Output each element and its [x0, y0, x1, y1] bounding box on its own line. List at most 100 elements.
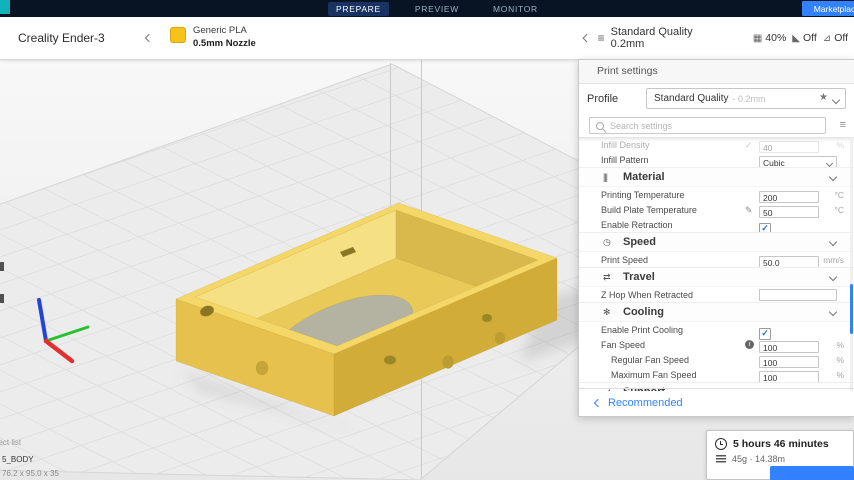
support-icon: ⊿ — [823, 33, 831, 44]
adhesion-icon: ◣ — [792, 33, 800, 44]
profile-value: Standard Quality — [654, 93, 729, 104]
speed-icon: ◷ — [603, 236, 615, 248]
cooling-icon: ✻ — [603, 306, 615, 318]
chevron-down-icon — [826, 160, 833, 167]
setting-row: Enable Retraction ✓ — [579, 217, 854, 232]
material-color-icon — [170, 27, 186, 43]
setting-row: Maximum Fan Speed 100 % — [579, 367, 854, 382]
panel-title: Print settings — [579, 60, 854, 84]
top-bar: PREPARE PREVIEW MONITOR Marketplace — [0, 0, 854, 17]
star-icon[interactable]: ★ — [819, 92, 828, 103]
setting-row: Build Plate Temperature ✎ 50 °C — [579, 202, 854, 217]
setting-row: Regular Fan Speed 100 % — [579, 352, 854, 367]
clock-icon — [715, 438, 727, 450]
chevron-down-icon — [829, 173, 837, 181]
setting-label: Maximum Fan Speed — [611, 370, 697, 380]
preview-button[interactable] — [770, 466, 854, 480]
setting-row: Infill Density ✓ 40 % — [579, 137, 854, 152]
setting-unit: °C — [834, 190, 844, 200]
summary-infill: 40% — [765, 32, 786, 44]
recommended-label: Recommended — [608, 397, 683, 409]
infill-icon: ▦ — [753, 33, 762, 44]
stage-tabs: PREPARE PREVIEW MONITOR — [328, 0, 546, 17]
setting-label: Printing Temperature — [601, 190, 684, 200]
sliders-icon: ≡ — [598, 31, 605, 45]
pencil-icon: ✎ — [745, 205, 753, 215]
setting-label: Infill Density — [601, 140, 650, 150]
model-dimensions: 76.2 x 95.0 x 35 — [2, 469, 59, 478]
profile-dropdown[interactable]: Standard Quality - 0.2mm ★ — [646, 88, 846, 109]
check-icon: ✓ — [745, 140, 753, 150]
setting-row: Enable Print Cooling ✓ — [579, 322, 854, 337]
setting-row: Infill Pattern Cubic — [579, 152, 854, 167]
setting-label: Z Hop When Retracted — [601, 290, 693, 300]
settings-list: Infill Density ✓ 40 % Infill Pattern Cub… — [579, 137, 854, 391]
settings-menu-icon[interactable]: ≡ — [840, 118, 846, 132]
edge-marker — [0, 262, 4, 271]
setting-unit: °C — [834, 205, 844, 215]
tab-preview[interactable]: PREVIEW — [407, 2, 467, 16]
summary-support: Off — [803, 32, 817, 44]
setting-label: Enable Retraction — [601, 220, 673, 230]
setting-unit: % — [836, 140, 844, 150]
setting-unit: mm/s — [823, 255, 844, 265]
tab-prepare[interactable]: PREPARE — [328, 2, 389, 16]
print-time: 5 hours 46 minutes — [733, 438, 829, 450]
profile-label: Profile — [587, 93, 618, 105]
chevron-left-icon[interactable] — [145, 34, 153, 42]
value-input[interactable] — [759, 289, 837, 301]
section-label: Travel — [623, 271, 655, 283]
setting-label: Fan Speed — [601, 340, 645, 350]
summary-adhesion: Off — [834, 32, 848, 44]
settings-section-header[interactable]: ✻ Cooling — [579, 302, 854, 322]
tab-monitor[interactable]: MONITOR — [485, 2, 546, 16]
settings-section-header[interactable]: ⇄ Travel — [579, 267, 854, 287]
collapse-panel-icon[interactable] — [583, 34, 591, 42]
info-icon: i — [745, 340, 754, 349]
printer-selector[interactable]: Creality Ender-3 — [18, 17, 105, 59]
setting-label: Regular Fan Speed — [611, 355, 689, 365]
setting-label: Print Speed — [601, 255, 648, 265]
material-selector[interactable]: Generic PLA 0.5mm Nozzle — [170, 24, 256, 50]
marketplace-button[interactable]: Marketplace — [802, 1, 854, 16]
setting-label: Infill Pattern — [601, 155, 649, 165]
chevron-down-icon — [829, 308, 837, 316]
material-name: Generic PLA — [193, 24, 256, 37]
edge-marker — [0, 294, 4, 303]
setting-row: Z Hop When Retracted — [579, 287, 854, 302]
search-input[interactable] — [608, 119, 823, 132]
object-list-title[interactable]: Object list — [0, 438, 21, 447]
setting-unit: % — [836, 340, 844, 350]
settings-section-header[interactable]: ||| Material — [579, 167, 854, 187]
setting-unit: % — [836, 355, 844, 365]
chevron-left-icon — [594, 398, 602, 406]
chevron-down-icon — [832, 96, 840, 104]
travel-icon: ⇄ — [603, 271, 615, 283]
nozzle-size: 0.5mm Nozzle — [193, 37, 256, 50]
setting-unit: % — [836, 370, 844, 380]
model-name: 5_BODY — [2, 455, 34, 464]
profile-suffix: - 0.2mm — [733, 94, 766, 104]
settings-section-header[interactable]: ◷ Speed — [579, 232, 854, 252]
scrollbar-thumb[interactable] — [850, 284, 853, 334]
search-icon — [596, 122, 604, 130]
setting-row: Fan Speed i 100 % — [579, 337, 854, 352]
setting-row: Print Speed 50.0 mm/s — [579, 252, 854, 267]
material-usage: 45g · 14.38m — [732, 454, 785, 464]
setting-label: Build Plate Temperature — [601, 205, 697, 215]
search-box[interactable] — [589, 117, 826, 134]
setting-label: Enable Print Cooling — [601, 325, 683, 335]
material-spool-icon — [716, 455, 726, 463]
section-label: Cooling — [623, 306, 664, 318]
setting-row: Printing Temperature 200 °C — [579, 187, 854, 202]
scrollbar-track[interactable] — [850, 137, 853, 391]
section-label: Speed — [623, 236, 656, 248]
print-settings-summary[interactable]: ≡ Standard Quality 0.2mm ▦ 40% ◣ Off ⊿ O… — [578, 17, 854, 59]
chevron-down-icon — [829, 273, 837, 281]
chevron-down-icon — [829, 238, 837, 246]
material-icon: ||| — [603, 171, 615, 183]
section-label: Material — [623, 171, 665, 183]
configuration-toolbar: Creality Ender-3 Generic PLA 0.5mm Nozzl… — [0, 17, 854, 60]
recommended-toggle[interactable]: Recommended — [579, 388, 854, 416]
summary-profile: Standard Quality 0.2mm — [611, 26, 721, 50]
